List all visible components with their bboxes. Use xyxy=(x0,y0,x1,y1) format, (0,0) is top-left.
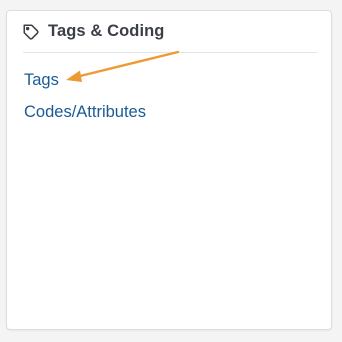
card-header: Tags & Coding xyxy=(23,11,317,53)
stage: Tags & Coding Tags Codes/Attributes xyxy=(0,0,342,342)
tag-icon xyxy=(22,23,40,41)
card-title: Tags & Coding xyxy=(48,22,165,40)
tags-link[interactable]: Tags xyxy=(24,71,59,90)
tags-coding-card: Tags & Coding Tags Codes/Attributes xyxy=(6,10,332,330)
codes-attributes-link[interactable]: Codes/Attributes xyxy=(24,103,146,122)
